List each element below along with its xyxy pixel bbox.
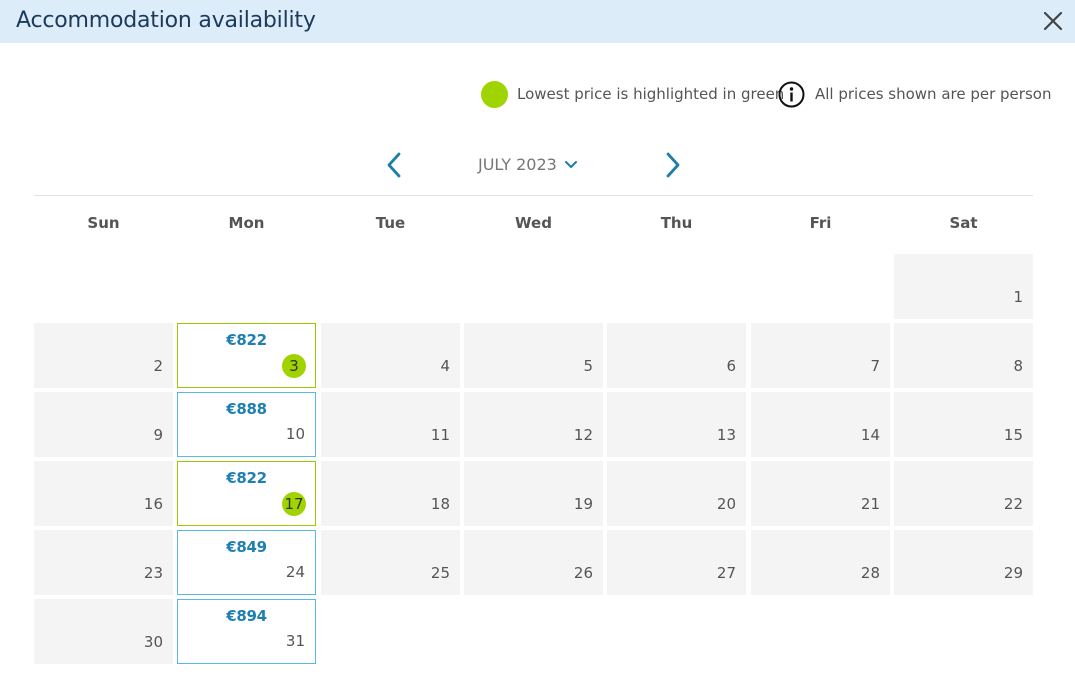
calendar-day-19: 19 [464, 461, 603, 526]
calendar-day-25: 25 [321, 530, 460, 595]
weekday-header-mon: Mon [228, 214, 265, 232]
legend-lowest-price: Lowest price is highlighted in green [481, 80, 784, 108]
day-number: 19 [573, 495, 593, 513]
day-number: 23 [143, 564, 163, 582]
day-number: 11 [430, 426, 450, 444]
calendar-day-9: 9 [34, 392, 173, 457]
chevron-down-icon [564, 160, 577, 168]
day-number: 29 [1003, 564, 1023, 582]
calendar-day-10[interactable]: €888 10 [177, 392, 316, 457]
calendar-day-23: 23 [34, 530, 173, 595]
day-number: 6 [726, 357, 736, 375]
day-price: €822 [226, 469, 267, 487]
green-dot-icon [481, 80, 508, 108]
day-number: 24 [285, 563, 305, 581]
day-number: 28 [860, 564, 880, 582]
calendar-day-21: 21 [751, 461, 890, 526]
legend-info-label: All prices shown are per person [815, 85, 1052, 103]
weekday-header-sun: Sun [87, 214, 120, 232]
day-number: 9 [153, 426, 163, 444]
calendar-day-26: 26 [464, 530, 603, 595]
calendar-day-27: 27 [607, 530, 746, 595]
calendar-day-17[interactable]: €822 17 [177, 461, 316, 526]
day-number: 10 [285, 425, 305, 443]
calendar-day-18: 18 [321, 461, 460, 526]
day-number: 7 [870, 357, 880, 375]
day-number: 15 [1003, 426, 1023, 444]
day-number: 13 [716, 426, 736, 444]
day-price: €849 [226, 538, 267, 556]
day-number: 3 [282, 354, 306, 378]
month-label: JULY 2023 [478, 155, 557, 174]
calendar-day-15: 15 [894, 392, 1033, 457]
day-number: 16 [143, 495, 163, 513]
day-number: 12 [573, 426, 593, 444]
day-number: 2 [153, 357, 163, 375]
calendar-day-12: 12 [464, 392, 603, 457]
day-number: 30 [143, 633, 163, 651]
day-number: 1 [1013, 288, 1023, 306]
calendar-day-1: 1 [894, 254, 1033, 319]
calendar-day-28: 28 [751, 530, 890, 595]
month-selector[interactable]: JULY 2023 [478, 155, 577, 174]
prev-month-chevron-icon[interactable] [383, 150, 407, 180]
day-number: 21 [860, 495, 880, 513]
weekday-header-thu: Thu [660, 214, 693, 232]
calendar-day-11: 11 [321, 392, 460, 457]
weekday-header-wed: Wed [515, 214, 552, 232]
day-price: €894 [226, 607, 267, 625]
next-month-chevron-icon[interactable] [660, 150, 684, 180]
day-number: 4 [440, 357, 450, 375]
day-number: 26 [573, 564, 593, 582]
legend-per-person: All prices shown are per person [778, 80, 1051, 108]
day-number: 14 [860, 426, 880, 444]
calendar-day-16: 16 [34, 461, 173, 526]
calendar-day-20: 20 [607, 461, 746, 526]
calendar-day-8: 8 [894, 323, 1033, 388]
day-number: 25 [430, 564, 450, 582]
calendar-day-5: 5 [464, 323, 603, 388]
day-price: €822 [226, 331, 267, 349]
dialog-title: Accommodation availability [16, 8, 316, 33]
calendar-day-31[interactable]: €894 31 [177, 599, 316, 664]
day-number: 20 [716, 495, 736, 513]
day-number: 17 [282, 492, 306, 516]
close-icon[interactable] [1040, 8, 1066, 34]
day-number: 5 [583, 357, 593, 375]
calendar-day-2: 2 [34, 323, 173, 388]
day-price: €888 [226, 400, 267, 418]
day-number: 8 [1013, 357, 1023, 375]
calendar-day-13: 13 [607, 392, 746, 457]
day-number: 31 [285, 632, 305, 650]
calendar-day-30: 30 [34, 599, 173, 664]
info-icon [778, 81, 805, 107]
day-number: 18 [430, 495, 450, 513]
calendar-day-22: 22 [894, 461, 1033, 526]
calendar-day-29: 29 [894, 530, 1033, 595]
weekday-header-sat: Sat [949, 214, 978, 232]
calendar-day-14: 14 [751, 392, 890, 457]
weekday-header-tue: Tue [375, 214, 406, 232]
calendar-divider [34, 195, 1033, 196]
calendar-day-24[interactable]: €849 24 [177, 530, 316, 595]
calendar-day-3[interactable]: €822 3 [177, 323, 316, 388]
calendar-day-4: 4 [321, 323, 460, 388]
legend-lowest-label: Lowest price is highlighted in green [517, 85, 785, 103]
weekday-header-fri: Fri [809, 214, 832, 232]
day-number: 27 [716, 564, 736, 582]
calendar-day-7: 7 [751, 323, 890, 388]
calendar-day-6: 6 [607, 323, 746, 388]
dialog-header: Accommodation availability [0, 0, 1075, 43]
day-number: 22 [1003, 495, 1023, 513]
